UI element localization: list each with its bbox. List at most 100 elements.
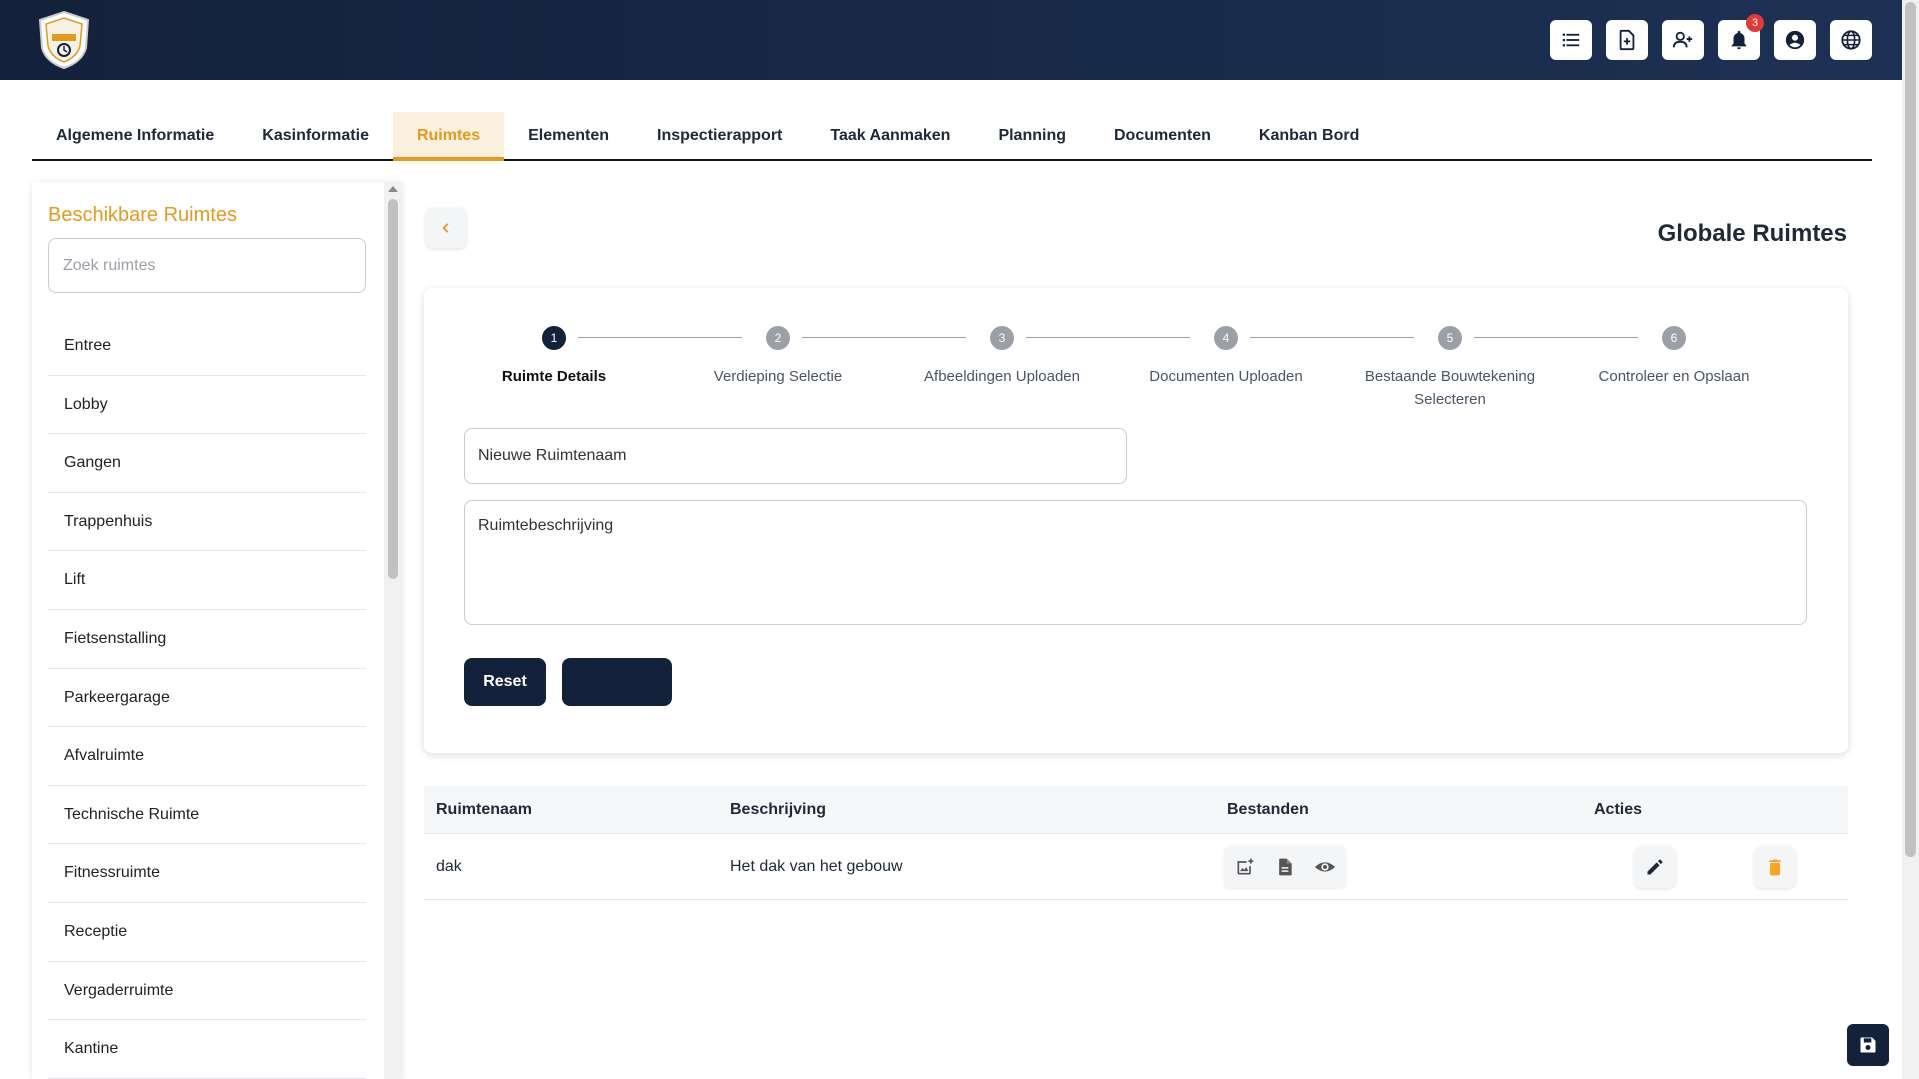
step-number: 1 (542, 326, 566, 350)
list-item[interactable]: Fietsenstalling (48, 610, 366, 669)
room-description-textarea[interactable] (464, 500, 1807, 625)
add-document-button[interactable] (1606, 20, 1648, 60)
row-room-description: Het dak van het gebouw (730, 857, 903, 875)
step-label: Afbeeldingen Uploaden (924, 368, 1080, 385)
save-button[interactable] (1847, 1024, 1889, 1066)
add-image-icon (1237, 858, 1254, 874)
list-item[interactable]: Fitnessruimte (48, 844, 366, 903)
sidebar-scrollbar-thumb[interactable] (388, 199, 398, 579)
step-label: Ruimte Details (501, 368, 607, 385)
list-icon (1562, 33, 1580, 47)
account-icon (1785, 30, 1805, 50)
wizard-stepper: 1 Ruimte Details 2 Verdieping Selectie 3… (454, 326, 1818, 408)
list-item[interactable]: Vergaderruimte (48, 962, 366, 1021)
table-header: Ruimtenaam Beschrijving Bestanden Acties (424, 786, 1848, 834)
step-documenten-uploaden[interactable]: 4 Documenten Uploaden (1126, 326, 1326, 388)
step-number: 2 (766, 326, 790, 350)
language-button[interactable] (1830, 20, 1872, 60)
step-label: Verdieping Selectie (713, 368, 843, 385)
list-item[interactable]: Technische Ruimte (48, 786, 366, 845)
list-item[interactable]: Entree (48, 317, 366, 376)
column-header-beschrijving: Beschrijving (730, 800, 827, 818)
header-toolbar: 3 (1550, 14, 1872, 60)
actions-cell-edit (1634, 834, 1676, 899)
tab-kasinformatie[interactable]: Kasinformatie (238, 112, 393, 159)
page-scrollbar-thumb[interactable] (1905, 2, 1916, 857)
tab-inspectierapport[interactable]: Inspectierapport (633, 112, 806, 159)
step-number: 5 (1438, 326, 1462, 350)
pencil-icon (1647, 859, 1663, 874)
document-icon (1279, 858, 1292, 875)
bell-icon (1731, 30, 1747, 50)
tab-elementen[interactable]: Elementen (504, 112, 633, 159)
list-item[interactable]: Receptie (48, 903, 366, 962)
column-header-acties: Acties (1594, 800, 1643, 818)
view-files-button[interactable] (1308, 850, 1342, 884)
main-tabs: Algemene Informatie Kasinformatie Ruimte… (32, 112, 1872, 161)
step-number: 3 (990, 326, 1014, 350)
list-item[interactable]: Parkeergarage (48, 669, 366, 728)
step-number: 4 (1214, 326, 1238, 350)
available-rooms-sidebar: Beschikbare Ruimtes Entree Lobby Gangen … (32, 182, 402, 1079)
tab-documenten[interactable]: Documenten (1090, 112, 1235, 159)
list-item[interactable]: Lift (48, 551, 366, 610)
tab-algemene-informatie[interactable]: Algemene Informatie (32, 112, 238, 159)
account-button[interactable] (1774, 20, 1816, 60)
search-rooms-input[interactable] (48, 238, 366, 293)
room-list: Entree Lobby Gangen Trappenhuis Lift Fie… (48, 317, 366, 1079)
list-item[interactable]: Gangen (48, 434, 366, 493)
step-controleer-en-opslaan[interactable]: 6 Controleer en Opslaan (1574, 326, 1774, 388)
step-ruimte-details[interactable]: 1 Ruimte Details (454, 326, 654, 388)
step-label: Controleer en Opslaan (1598, 368, 1750, 385)
files-cell (1224, 834, 1346, 899)
floppy-disk-icon (1860, 1037, 1876, 1053)
row-room-name: dak (436, 857, 462, 875)
tab-kanban-bord[interactable]: Kanban Bord (1235, 112, 1383, 159)
list-item[interactable]: Kantine (48, 1020, 366, 1079)
add-user-icon (1672, 31, 1693, 48)
rooms-table: Ruimtenaam Beschrijving Bestanden Acties… (424, 786, 1848, 900)
scroll-up-arrow-icon[interactable] (388, 186, 398, 192)
tab-planning[interactable]: Planning (974, 112, 1090, 159)
sidebar-scrollbar[interactable] (384, 182, 402, 1079)
column-header-ruimtenaam: Ruimtenaam (436, 800, 533, 818)
sidebar-title: Beschikbare Ruimtes (48, 204, 237, 226)
add-document-icon (1619, 29, 1635, 51)
step-verdieping-selectie[interactable]: 2 Verdieping Selectie (678, 326, 878, 388)
step-afbeeldingen-uploaden[interactable]: 3 Afbeeldingen Uploaden (902, 326, 1102, 388)
actions-cell-delete (1754, 834, 1796, 899)
page-title: Globale Ruimtes (1657, 220, 1847, 247)
files-button-group (1224, 845, 1346, 888)
globe-icon (1841, 30, 1861, 50)
list-item[interactable]: Lobby (48, 376, 366, 435)
notification-badge: 3 (1746, 14, 1764, 32)
add-user-button[interactable] (1662, 20, 1704, 60)
table-row: dak Het dak van het gebouw (424, 834, 1848, 900)
mjop-manager-logo[interactable] (36, 10, 92, 70)
room-name-input[interactable] (464, 428, 1127, 484)
top-header: 3 (0, 0, 1902, 80)
add-document-file-button[interactable] (1268, 850, 1302, 884)
tab-taak-aanmaken[interactable]: Taak Aanmaken (806, 112, 974, 159)
list-icon-button[interactable] (1550, 20, 1592, 60)
tab-ruimtes[interactable]: Ruimtes (392, 112, 505, 161)
step-label: Bestaande Bouwtekening Selecteren (1364, 368, 1536, 408)
room-wizard-card: 1 Ruimte Details 2 Verdieping Selectie 3… (424, 288, 1848, 753)
add-image-button[interactable] (1228, 850, 1262, 884)
chevron-left-icon (442, 223, 449, 233)
list-item[interactable]: Trappenhuis (48, 493, 366, 552)
notifications-button[interactable]: 3 (1718, 14, 1764, 60)
column-header-bestanden: Bestanden (1227, 800, 1309, 818)
edit-button[interactable] (1634, 845, 1676, 888)
next-button[interactable] (562, 658, 672, 706)
list-item[interactable]: Afvalruimte (48, 727, 366, 786)
trash-icon (1769, 859, 1781, 875)
page-scrollbar[interactable] (1902, 0, 1919, 1079)
step-bestaande-bouwtekening[interactable]: 5 Bestaande Bouwtekening Selecteren (1350, 326, 1550, 411)
reset-button[interactable]: Reset (464, 658, 546, 706)
delete-button[interactable] (1754, 845, 1796, 888)
step-number: 6 (1662, 326, 1686, 350)
back-button[interactable] (426, 208, 466, 248)
step-label: Documenten Uploaden (1149, 368, 1303, 385)
eye-icon (1314, 861, 1336, 872)
